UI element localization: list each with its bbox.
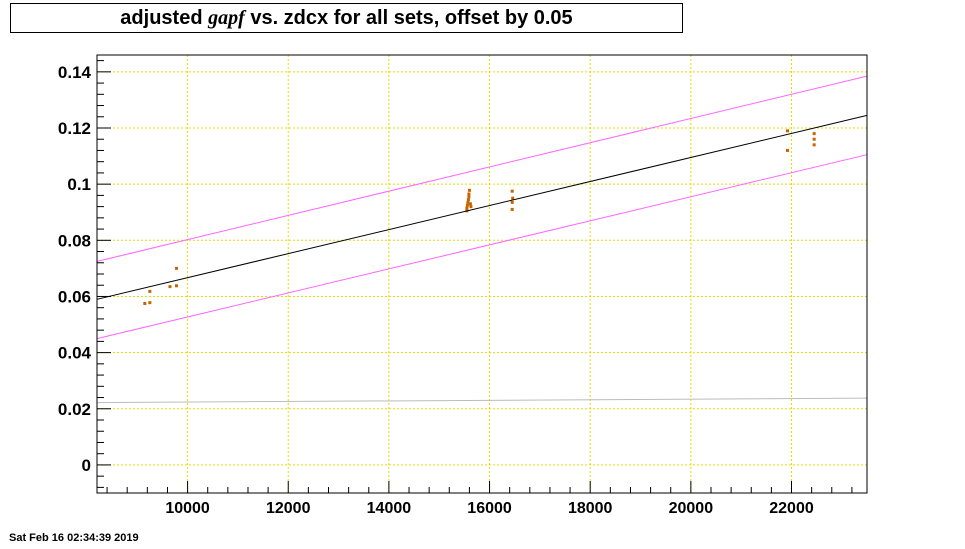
y-tick-label: 0.02 xyxy=(58,400,91,419)
data-point xyxy=(175,284,179,288)
fit-line xyxy=(96,114,868,300)
x-tick-label: 12000 xyxy=(266,500,311,517)
chart-title-prefix: adjusted xyxy=(120,7,209,29)
chart-title-box: adjusted gapf vs. zdcx for all sets, off… xyxy=(10,3,683,33)
data-point xyxy=(148,301,152,305)
data-point xyxy=(812,137,816,141)
x-tick-label: 22000 xyxy=(769,500,814,517)
data-point xyxy=(511,196,515,200)
x-tick-label: 10000 xyxy=(165,500,210,517)
fit-line xyxy=(96,154,868,340)
y-tick-label: 0.06 xyxy=(58,287,91,306)
data-point xyxy=(466,198,470,202)
chart-title-variable: gapf xyxy=(208,7,245,29)
x-tick-label: 18000 xyxy=(568,500,613,517)
grid xyxy=(97,55,867,493)
y-tick-label: 0.14 xyxy=(58,63,92,82)
y-tick-label: 0.12 xyxy=(58,119,91,138)
chart-canvas: 10000 12000 14000 16000 18000 20000 22000 0 0.02… xyxy=(58,54,868,517)
axes: 10000 12000 14000 16000 18000 20000 22000 0 0.02… xyxy=(58,60,853,517)
data-point xyxy=(465,203,469,207)
timestamp: Sat Feb 16 02:34:39 2019 xyxy=(9,532,139,544)
data-point xyxy=(469,205,473,209)
y-tick-label: 0 xyxy=(82,456,91,475)
x-tick-label: 20000 xyxy=(669,500,714,517)
data-point xyxy=(168,285,172,289)
data-point xyxy=(467,195,471,199)
data-point xyxy=(812,132,816,136)
data-point xyxy=(510,207,514,211)
data-point xyxy=(467,188,471,192)
y-tick-label: 0.04 xyxy=(58,344,92,363)
fit-line xyxy=(96,75,868,262)
data-point xyxy=(175,266,179,270)
series-layer xyxy=(96,75,868,404)
data-point xyxy=(148,289,152,293)
chart-title: adjusted gapf vs. zdcx for all sets, off… xyxy=(11,7,682,30)
y-tick-label: 0.08 xyxy=(58,231,91,250)
x-tick-label: 16000 xyxy=(467,500,512,517)
data-point xyxy=(785,129,789,133)
data-point xyxy=(467,192,471,196)
data-point xyxy=(465,206,469,210)
data-point xyxy=(510,189,514,193)
y-tick-label: 0.1 xyxy=(67,175,91,194)
plot-frame xyxy=(96,54,868,494)
fit-line xyxy=(96,397,868,404)
chart-title-suffix: vs. zdcx for all sets, offset by 0.05 xyxy=(244,7,573,29)
data-point xyxy=(510,200,514,204)
data-point xyxy=(468,202,472,206)
data-point xyxy=(785,148,789,152)
data-point xyxy=(143,301,147,305)
x-tick-label: 14000 xyxy=(367,500,412,517)
data-point xyxy=(812,143,816,147)
